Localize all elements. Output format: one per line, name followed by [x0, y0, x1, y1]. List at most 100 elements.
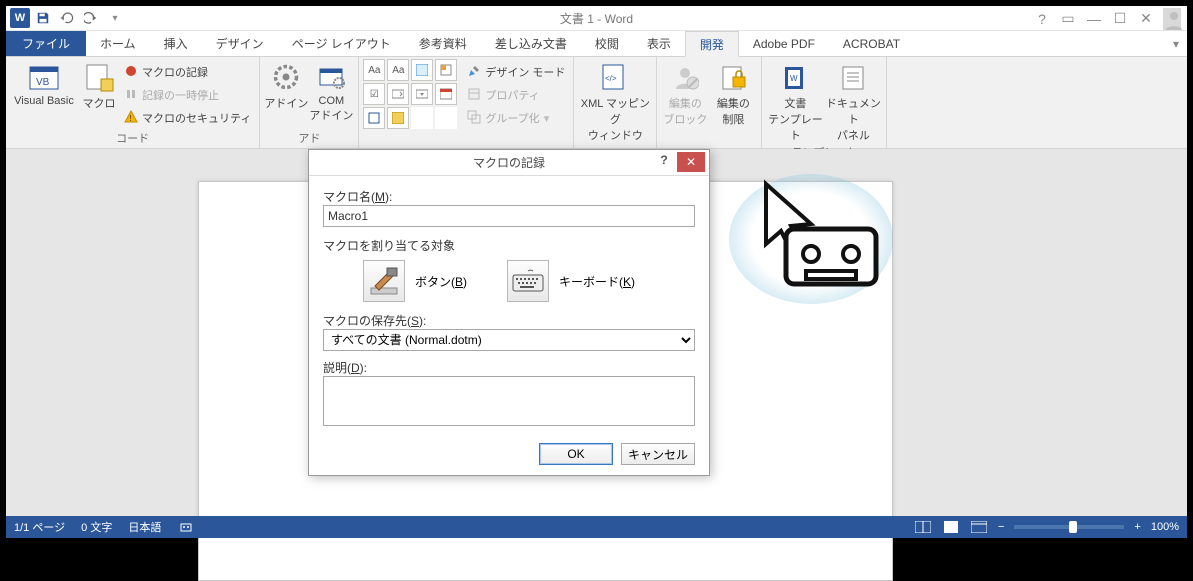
tab-design[interactable]: デザイン — [202, 31, 278, 56]
macro-save-select[interactable]: すべての文書 (Normal.dotm) — [323, 329, 695, 351]
cancel-button[interactable]: キャンセル — [621, 443, 695, 465]
save-qat-button[interactable] — [32, 7, 54, 29]
ribbon-developer: VB Visual Basic マクロ マクロの記録 — [6, 57, 1187, 149]
addins-button[interactable]: アドイン — [264, 59, 308, 111]
group-controls-button[interactable]: グループ化 ▾ — [463, 108, 569, 128]
properties-label: プロパティ — [485, 87, 539, 103]
tab-review[interactable]: 校閲 — [581, 31, 633, 56]
dialog-title-bar[interactable]: マクロの記録 ? ✕ — [309, 150, 709, 176]
view-read-mode-button[interactable] — [914, 520, 932, 534]
control-richtext-button[interactable]: Aa — [363, 59, 385, 81]
zoom-out-button[interactable]: − — [998, 521, 1004, 533]
dialog-help-button[interactable]: ? — [653, 153, 675, 167]
status-macro-recording-icon[interactable] — [177, 520, 195, 534]
properties-button[interactable]: プロパティ — [463, 85, 569, 105]
view-print-layout-button[interactable] — [942, 520, 960, 534]
zoom-in-button[interactable]: + — [1134, 521, 1140, 533]
collapse-ribbon-button[interactable]: ▾ — [1173, 31, 1187, 56]
tab-references[interactable]: 参考資料 — [405, 31, 481, 56]
xml-mapping-icon: </> — [599, 61, 631, 93]
control-legacy-button[interactable] — [387, 107, 409, 129]
addins-label: アドイン — [264, 95, 308, 111]
svg-text:!: ! — [130, 114, 132, 123]
status-bar: 1/1 ページ 0 文字 日本語 − + 100% — [6, 516, 1187, 538]
document-title: 文書 1 - Word — [6, 10, 1187, 27]
document-panel-button[interactable]: ドキュメント パネル — [824, 59, 882, 143]
warning-icon: ! — [124, 110, 138, 127]
status-language[interactable]: 日本語 — [128, 519, 161, 535]
restrict-editing-button[interactable]: 編集の 制限 — [709, 59, 757, 127]
pause-recording-button[interactable]: 記録の一時停止 — [120, 85, 255, 105]
help-button[interactable]: ? — [1033, 11, 1051, 27]
tab-acrobat[interactable]: ACROBAT — [829, 31, 914, 56]
visual-basic-icon: VB — [28, 61, 60, 93]
status-page[interactable]: 1/1 ページ — [14, 519, 65, 535]
control-buildingblock-button[interactable] — [435, 59, 457, 81]
undo-qat-button[interactable] — [56, 7, 78, 29]
document-area[interactable]: マクロの記録 ? ✕ マクロ名(M): マクロを割り当てる対象 — [6, 149, 1187, 516]
record-macro-dialog: マクロの記録 ? ✕ マクロ名(M): マクロを割り当てる対象 — [308, 149, 710, 476]
macro-name-label: マクロ名(M): — [323, 188, 695, 205]
qat-more-button[interactable]: ▾ — [104, 7, 126, 29]
tab-file[interactable]: ファイル — [6, 31, 86, 56]
visual-basic-button[interactable]: VB Visual Basic — [10, 59, 78, 107]
control-datepicker-button[interactable] — [435, 83, 457, 105]
tab-adobe-pdf[interactable]: Adobe PDF — [739, 31, 829, 56]
ribbon-options-button[interactable]: ▭ — [1059, 10, 1077, 27]
gear-icon — [270, 61, 302, 93]
close-button[interactable]: ✕ — [1137, 10, 1155, 27]
maximize-button[interactable]: ☐ — [1111, 10, 1129, 27]
hammer-icon — [367, 264, 401, 298]
record-macro-button[interactable]: マクロの記録 — [120, 62, 255, 82]
redo-qat-button[interactable] — [80, 7, 102, 29]
group-code-caption: コード — [10, 129, 255, 148]
view-web-layout-button[interactable] — [970, 520, 988, 534]
xml-mapping-button[interactable]: </> XML マッピング ウィンドウ — [578, 59, 652, 143]
control-dropdown-button[interactable] — [411, 83, 433, 105]
dialog-title: マクロの記録 — [473, 154, 545, 171]
block-authors-icon — [669, 61, 701, 93]
lock-icon — [717, 61, 749, 93]
macro-description-input[interactable] — [323, 376, 695, 426]
control-picture-button[interactable] — [411, 59, 433, 81]
dialog-close-button[interactable]: ✕ — [677, 152, 705, 172]
ok-button[interactable]: OK — [539, 443, 613, 465]
com-addins-label: COM アドイン — [309, 95, 353, 123]
tab-view[interactable]: 表示 — [633, 31, 685, 56]
assign-button-button[interactable] — [363, 260, 405, 302]
tab-insert[interactable]: 挿入 — [150, 31, 202, 56]
assign-keyboard-button[interactable] — [507, 260, 549, 302]
tab-mailings[interactable]: 差し込み文書 — [481, 31, 581, 56]
zoom-level[interactable]: 100% — [1151, 521, 1179, 533]
com-addins-button[interactable]: COM アドイン — [308, 59, 354, 123]
block-authors-label: 編集の ブロック — [663, 95, 707, 127]
tab-home[interactable]: ホーム — [86, 31, 150, 56]
xml-mapping-label: XML マッピング ウィンドウ — [578, 95, 652, 143]
window-controls: ? ▭ — ☐ ✕ — [1033, 6, 1181, 31]
control-repeating-button[interactable] — [363, 107, 385, 129]
group-addin-caption: アド — [264, 129, 354, 148]
assign-button-label: ボタン(B) — [415, 273, 467, 290]
block-authors-button[interactable]: 編集の ブロック — [661, 59, 709, 127]
macro-security-button[interactable]: ! マクロのセキュリティ — [120, 108, 255, 128]
control-checkbox-button[interactable]: ☑ — [363, 83, 385, 105]
macros-button[interactable]: マクロ — [78, 59, 120, 111]
svg-text:VB: VB — [36, 77, 50, 88]
status-word-count[interactable]: 0 文字 — [81, 519, 112, 535]
properties-icon — [467, 87, 481, 104]
tab-page-layout[interactable]: ページ レイアウト — [278, 31, 405, 56]
design-mode-button[interactable]: デザイン モード — [463, 62, 569, 82]
minimize-button[interactable]: — — [1085, 11, 1103, 27]
pause-recording-label: 記録の一時停止 — [142, 87, 219, 103]
control-plaintext-button[interactable]: Aa — [387, 59, 409, 81]
zoom-slider[interactable] — [1014, 525, 1124, 529]
assign-target-label: マクロを割り当てる対象 — [323, 237, 695, 254]
control-combobox-button[interactable] — [387, 83, 409, 105]
assign-keyboard-label: キーボード(K) — [559, 273, 635, 290]
tab-developer[interactable]: 開発 — [685, 31, 739, 57]
group-controls-caption — [363, 133, 569, 148]
user-avatar[interactable] — [1163, 8, 1181, 30]
recording-cursor-graphic — [726, 169, 896, 309]
macro-name-input[interactable] — [323, 205, 695, 227]
document-template-button[interactable]: W 文書 テンプレート — [766, 59, 824, 143]
